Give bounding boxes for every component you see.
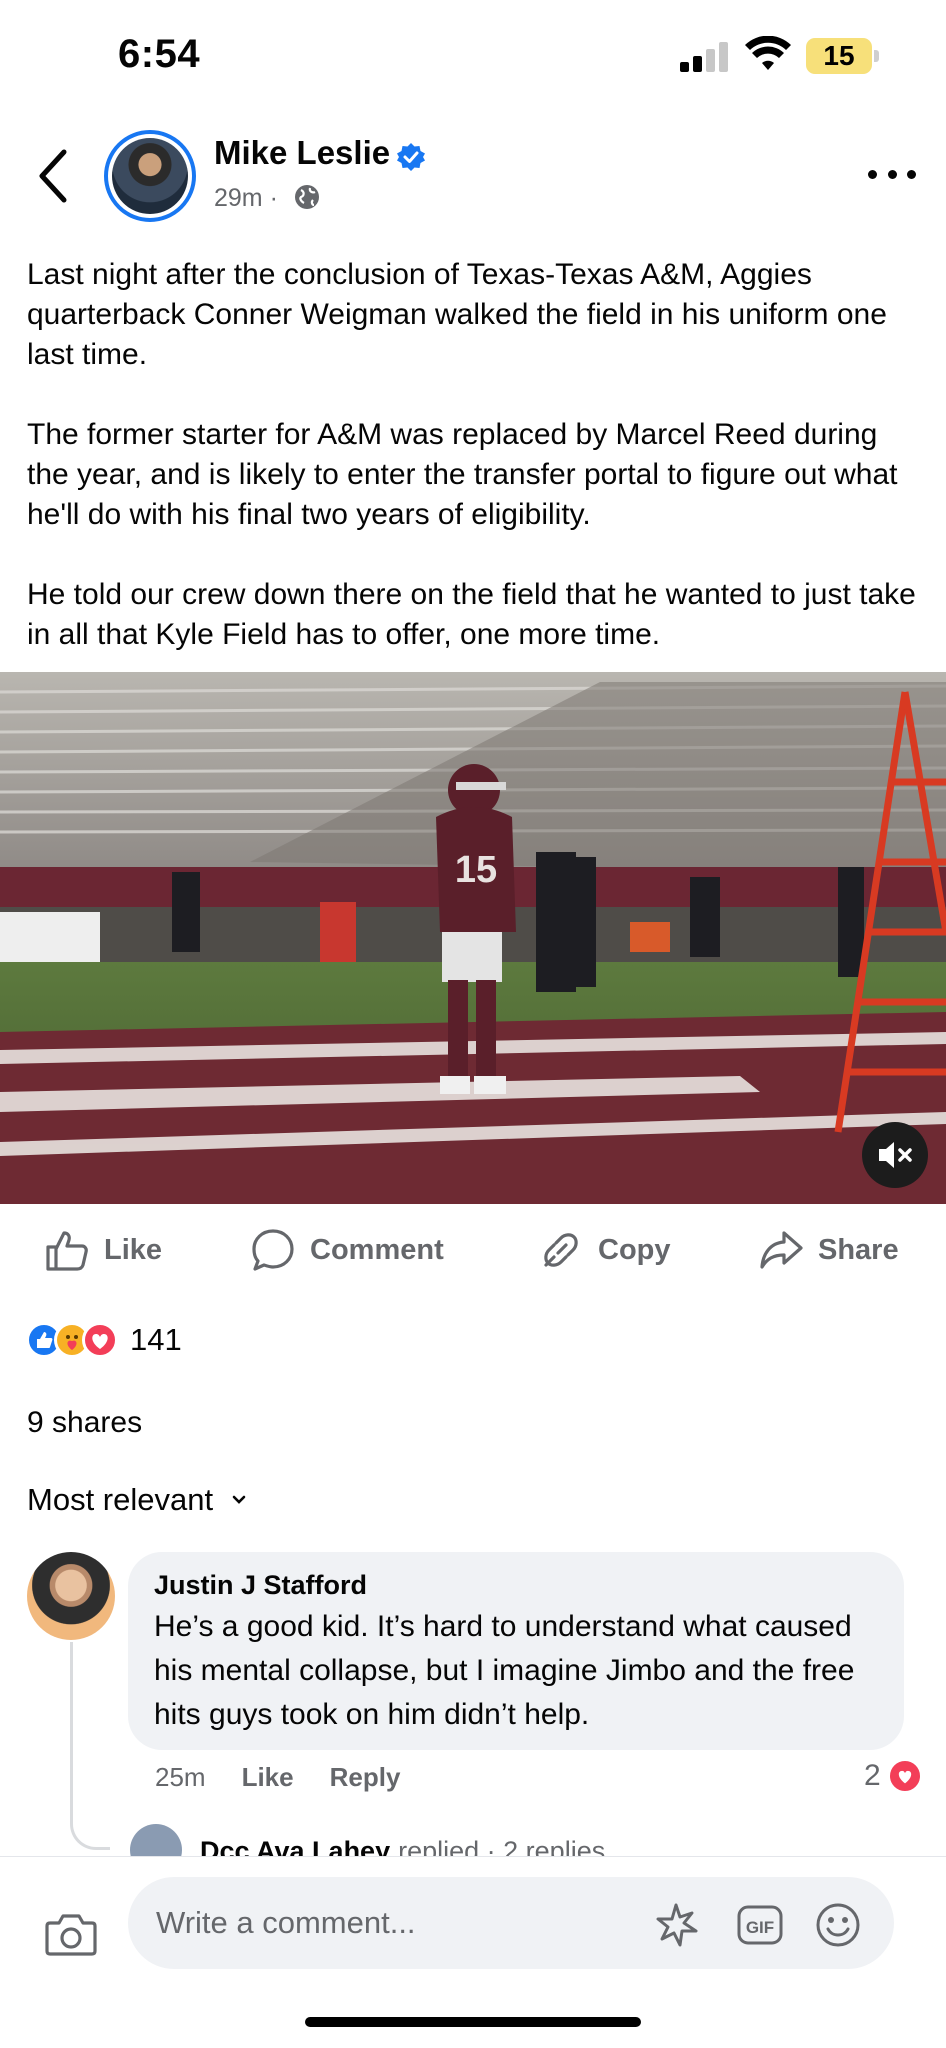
comment-like-button[interactable]: Like <box>242 1762 294 1793</box>
post-header: Mike Leslie 29m · <box>0 120 946 230</box>
post-time-separator: · <box>269 184 278 212</box>
jersey-number: 15 <box>455 849 497 891</box>
like-button[interactable]: Like <box>44 1226 162 1274</box>
comment-button[interactable]: Comment <box>250 1226 444 1274</box>
status-bar: 6:54 15 <box>0 0 946 110</box>
comment-bubble-icon <box>252 1229 294 1271</box>
comment-sort-dropdown[interactable]: Most relevant <box>27 1482 247 1518</box>
back-arrow-icon[interactable] <box>30 140 80 210</box>
svg-text:GIF: GIF <box>746 1918 774 1937</box>
post-paragraph: The former starter for A&M was replaced … <box>27 418 898 531</box>
emoji-icon[interactable] <box>814 1901 862 1949</box>
more-options-icon[interactable] <box>868 164 916 184</box>
verified-badge-icon <box>397 143 425 171</box>
avatar-sticker-icon[interactable] <box>654 1901 702 1949</box>
copy-label: Copy <box>598 1233 671 1266</box>
commenter-avatar[interactable] <box>27 1552 115 1640</box>
globe-icon <box>295 185 319 209</box>
comment-time: 25m <box>155 1762 206 1792</box>
gif-icon[interactable]: GIF <box>736 1901 784 1949</box>
author-avatar[interactable] <box>104 130 196 222</box>
comment-text: He’s a good kid. It’s hard to understand… <box>154 1610 855 1731</box>
camera-icon[interactable] <box>44 1909 98 1959</box>
like-label: Like <box>104 1233 163 1266</box>
wifi-icon <box>745 36 791 70</box>
link-icon <box>544 1233 578 1267</box>
cellular-signal-icon <box>680 42 730 72</box>
share-count[interactable]: 9 shares <box>27 1406 142 1440</box>
status-time: 6:54 <box>118 32 201 76</box>
copy-button[interactable]: Copy <box>538 1226 671 1274</box>
share-arrow-icon <box>760 1231 803 1269</box>
mute-toggle-icon[interactable] <box>862 1122 928 1188</box>
comment-meta: 25m Like Reply <box>155 1762 436 1793</box>
battery-icon: 15 <box>806 38 872 74</box>
comment-input[interactable] <box>156 1901 616 1945</box>
reply-summary-text: replied · 2 replies <box>398 1836 606 1856</box>
comment-composer: GIF <box>0 1856 946 2048</box>
post-paragraph: He told our crew down there on the field… <box>27 578 916 651</box>
post-time-text: 29m <box>214 184 263 212</box>
comment-reply-button[interactable]: Reply <box>330 1762 401 1793</box>
post-video[interactable]: 15 <box>0 672 946 1204</box>
post-paragraph: Last night after the conclusion of Texas… <box>27 258 887 371</box>
post-body: Last night after the conclusion of Texas… <box>27 255 927 695</box>
share-button[interactable]: Share <box>758 1226 899 1274</box>
post-action-bar: Like Comment Copy Share <box>0 1220 946 1280</box>
chevron-down-icon <box>232 1495 246 1504</box>
comment-reaction-summary[interactable]: 2 <box>864 1758 923 1794</box>
home-indicator <box>305 2017 641 2027</box>
thumbs-up-icon <box>46 1231 88 1271</box>
reply-avatar <box>130 1824 182 1856</box>
reaction-count: 141 <box>130 1322 182 1357</box>
author-name[interactable]: Mike Leslie <box>214 134 390 172</box>
comment-bubble[interactable]: Justin J Stafford He’s a good kid. It’s … <box>128 1552 904 1750</box>
commenter-name[interactable]: Justin J Stafford <box>154 1570 878 1601</box>
love-icon <box>82 1322 118 1358</box>
thread-connector <box>70 1642 110 1850</box>
comment-box: GIF <box>128 1877 894 1969</box>
battery-tip <box>874 50 879 62</box>
comment-reaction-count: 2 <box>864 1759 881 1792</box>
love-icon <box>886 1758 923 1794</box>
view-replies-link[interactable]: Dcc Ava Lahey replied · 2 replies <box>130 1822 605 1856</box>
post-timestamp[interactable]: 29m · <box>214 184 278 213</box>
reaction-summary[interactable]: 141 <box>26 1318 182 1362</box>
comment-label: Comment <box>310 1233 444 1266</box>
reply-author: Dcc Ava Lahey <box>200 1836 391 1856</box>
sort-label: Most relevant <box>27 1482 214 1517</box>
share-label: Share <box>818 1233 899 1266</box>
